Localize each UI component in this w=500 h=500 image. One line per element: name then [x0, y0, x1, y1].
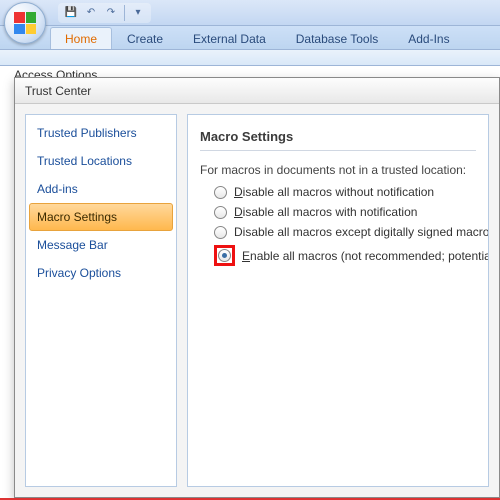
quick-access-toolbar: 💾 ↶ ↷ ▾	[58, 3, 151, 23]
macro-option-3[interactable]: Enable all macros (not recommended; pote…	[214, 245, 476, 266]
qat-customize-icon[interactable]: ▾	[129, 4, 147, 22]
office-logo-icon	[14, 12, 36, 34]
section-divider	[200, 150, 476, 151]
category-privacy-options[interactable]: Privacy Options	[29, 259, 173, 287]
category-add-ins[interactable]: Add-ins	[29, 175, 173, 203]
qat-undo-icon[interactable]: ↶	[82, 4, 100, 22]
macro-option-0[interactable]: Disable all macros without notification	[214, 185, 476, 199]
ribbon-tabs: HomeCreateExternal DataDatabase ToolsAdd…	[0, 26, 500, 50]
category-macro-settings[interactable]: Macro Settings	[29, 203, 173, 231]
option-label: Disable all macros except digitally sign…	[234, 225, 489, 239]
macro-options: Disable all macros without notification D…	[200, 185, 476, 266]
tab-home[interactable]: Home	[50, 27, 112, 49]
radio-icon[interactable]	[214, 206, 227, 219]
qat-divider	[124, 5, 125, 21]
trust-center-dialog: Trust Center Trusted PublishersTrusted L…	[14, 77, 500, 498]
category-trusted-locations[interactable]: Trusted Locations	[29, 147, 173, 175]
option-label: Enable all macros (not recommended; pote…	[242, 249, 489, 263]
qat-save-icon[interactable]: 💾	[62, 4, 80, 22]
category-list: Trusted PublishersTrusted LocationsAdd-i…	[25, 114, 177, 487]
section-heading: Macro Settings	[200, 129, 476, 150]
radio-icon[interactable]	[214, 186, 227, 199]
option-label: Disable all macros with notification	[234, 205, 417, 219]
ribbon-body	[0, 50, 500, 66]
tab-create[interactable]: Create	[112, 27, 178, 49]
settings-panel: Macro Settings For macros in documents n…	[187, 114, 489, 487]
office-button[interactable]	[4, 2, 46, 44]
title-bar: 💾 ↶ ↷ ▾	[0, 0, 500, 26]
macro-option-1[interactable]: Disable all macros with notification	[214, 205, 476, 219]
tab-database-tools[interactable]: Database Tools	[281, 27, 394, 49]
tab-add-ins[interactable]: Add-Ins	[393, 27, 464, 49]
section-intro: For macros in documents not in a trusted…	[200, 163, 476, 177]
tab-external-data[interactable]: External Data	[178, 27, 281, 49]
category-trusted-publishers[interactable]: Trusted Publishers	[29, 119, 173, 147]
radio-icon[interactable]	[214, 226, 227, 239]
option-label: Disable all macros without notification	[234, 185, 434, 199]
radio-icon[interactable]	[218, 249, 231, 262]
dialog-body: Trusted PublishersTrusted LocationsAdd-i…	[15, 104, 499, 497]
category-message-bar[interactable]: Message Bar	[29, 231, 173, 259]
dialog-title: Trust Center	[15, 78, 499, 104]
macro-option-2[interactable]: Disable all macros except digitally sign…	[214, 225, 476, 239]
qat-redo-icon[interactable]: ↷	[102, 4, 120, 22]
